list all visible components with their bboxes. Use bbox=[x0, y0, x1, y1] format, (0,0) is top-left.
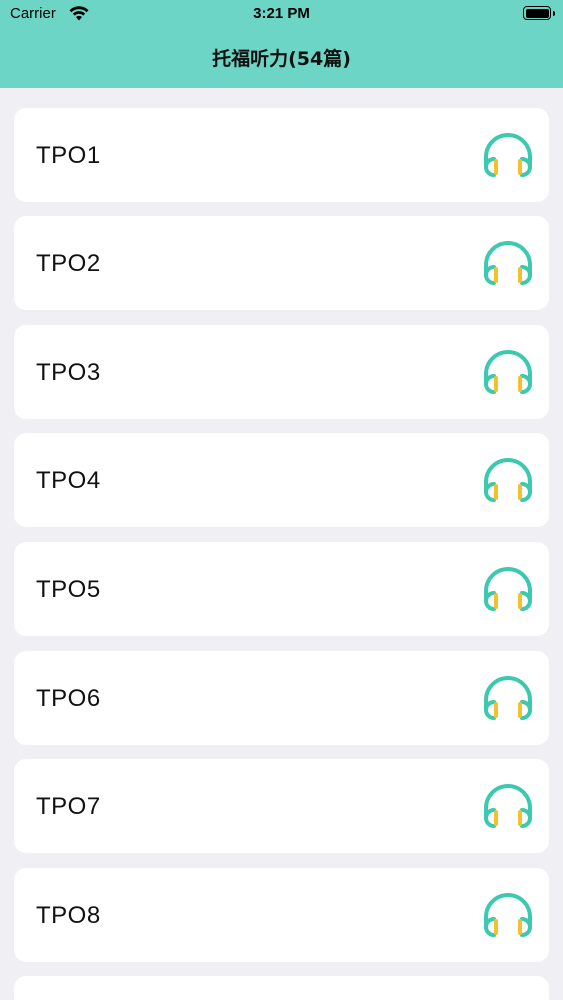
list-item[interactable]: TPO4 bbox=[14, 433, 549, 527]
list-item[interactable]: TPO2 bbox=[14, 216, 549, 310]
headphones-icon bbox=[484, 893, 532, 937]
status-bar: Carrier 3:21 PM bbox=[0, 0, 563, 30]
list-item-label: TPO1 bbox=[36, 142, 101, 169]
headphones-icon bbox=[484, 241, 532, 285]
list-item-label: TPO6 bbox=[36, 685, 101, 712]
list-item[interactable]: TPO3 bbox=[14, 325, 549, 419]
list-item-label: TPO3 bbox=[36, 359, 101, 386]
page-title: 托福听力(54篇) bbox=[212, 48, 351, 70]
header-bar: Carrier 3:21 PM 托福听力(54篇) bbox=[0, 0, 563, 88]
list-item[interactable]: TPO1 bbox=[14, 108, 549, 202]
headphones-icon bbox=[484, 567, 532, 611]
list-item[interactable]: TPO5 bbox=[14, 542, 549, 636]
list-item[interactable]: TPO8 bbox=[14, 868, 549, 962]
battery-icon bbox=[523, 6, 555, 20]
list-item[interactable]: TPO6 bbox=[14, 651, 549, 745]
headphones-icon bbox=[484, 784, 532, 828]
headphones-icon bbox=[484, 350, 532, 394]
list-item-label: TPO4 bbox=[36, 467, 101, 494]
list-item-label: TPO7 bbox=[36, 793, 101, 820]
list-item[interactable]: TPO7 bbox=[14, 759, 549, 853]
headphones-icon bbox=[484, 676, 532, 720]
list-item-partial[interactable] bbox=[14, 976, 549, 1000]
list-item-label: TPO8 bbox=[36, 902, 101, 929]
headphones-icon bbox=[484, 133, 532, 177]
headphones-icon bbox=[484, 458, 532, 502]
list-item-label: TPO2 bbox=[36, 250, 101, 277]
status-time: 3:21 PM bbox=[253, 5, 310, 22]
list-item-label: TPO5 bbox=[36, 576, 101, 603]
